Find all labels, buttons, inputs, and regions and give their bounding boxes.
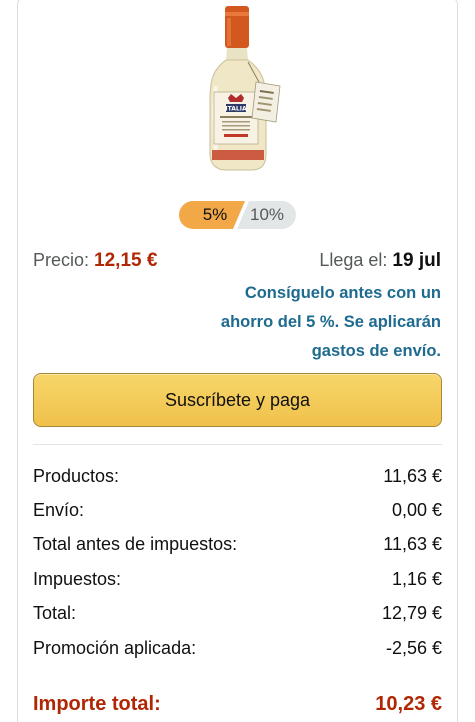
discount-toggle[interactable]: 5% 10% bbox=[179, 201, 296, 229]
promo-message: Consíguelo antes con un ahorro del 5 %. … bbox=[181, 279, 441, 366]
delivery-date: 19 jul bbox=[392, 250, 441, 271]
discount-option-5[interactable]: 5% bbox=[193, 205, 237, 225]
summary-row-products: Productos: 11,63 € bbox=[33, 459, 442, 493]
promo-line: Consíguelo antes con un bbox=[244, 284, 441, 302]
subscribe-and-pay-button[interactable]: Suscríbete y paga bbox=[33, 373, 442, 427]
summary-row-taxes: Impuestos: 1,16 € bbox=[33, 562, 442, 596]
price-label: Precio: bbox=[33, 250, 90, 270]
summary-row-shipping: Envío: 0,00 € bbox=[33, 493, 442, 527]
summary-label: Total: bbox=[33, 603, 77, 624]
summary-row-subtotal-before-tax: Total antes de impuestos: 11,63 € bbox=[33, 528, 442, 562]
summary-value: -2,56 € bbox=[385, 637, 442, 658]
delivery-line: Llega el: 19 jul bbox=[319, 248, 441, 273]
product-image: ITALIA bbox=[200, 4, 290, 176]
summary-label: Impuestos: bbox=[33, 568, 122, 589]
summary-label: Productos: bbox=[33, 465, 120, 486]
summary-value: 0,00 € bbox=[391, 500, 442, 521]
promo-line: gastos de envío. bbox=[311, 342, 441, 360]
price-line: Precio: 12,15 € bbox=[33, 248, 157, 273]
summary-row-total: Total: 12,79 € bbox=[33, 597, 442, 631]
summary-label: Envío: bbox=[33, 500, 85, 521]
order-summary: Productos: 11,63 € Envío: 0,00 € Total a… bbox=[33, 459, 442, 665]
promo-line: ahorro del 5 %. Se aplicarán bbox=[220, 313, 441, 331]
summary-value: 11,63 € bbox=[383, 465, 442, 486]
summary-value: 1,16 € bbox=[391, 568, 442, 589]
price-value: 12,15 € bbox=[94, 250, 158, 271]
summary-label: Promoción aplicada: bbox=[33, 637, 197, 658]
grand-total-label: Importe total: bbox=[33, 693, 161, 715]
grand-total-value: 10,23 € bbox=[375, 693, 442, 715]
summary-value: 12,79 € bbox=[381, 603, 442, 624]
svg-text:ITALIA: ITALIA bbox=[225, 106, 247, 113]
summary-label: Total antes de impuestos: bbox=[33, 534, 238, 555]
grand-total-row: Importe total: 10,23 € bbox=[33, 693, 442, 716]
delivery-label: Llega el: bbox=[319, 250, 388, 270]
discount-option-10[interactable]: 10% bbox=[243, 205, 291, 225]
summary-row-promotion: Promoción aplicada: -2,56 € bbox=[33, 631, 442, 665]
summary-value: 11,63 € bbox=[383, 534, 442, 555]
divider bbox=[33, 444, 442, 445]
